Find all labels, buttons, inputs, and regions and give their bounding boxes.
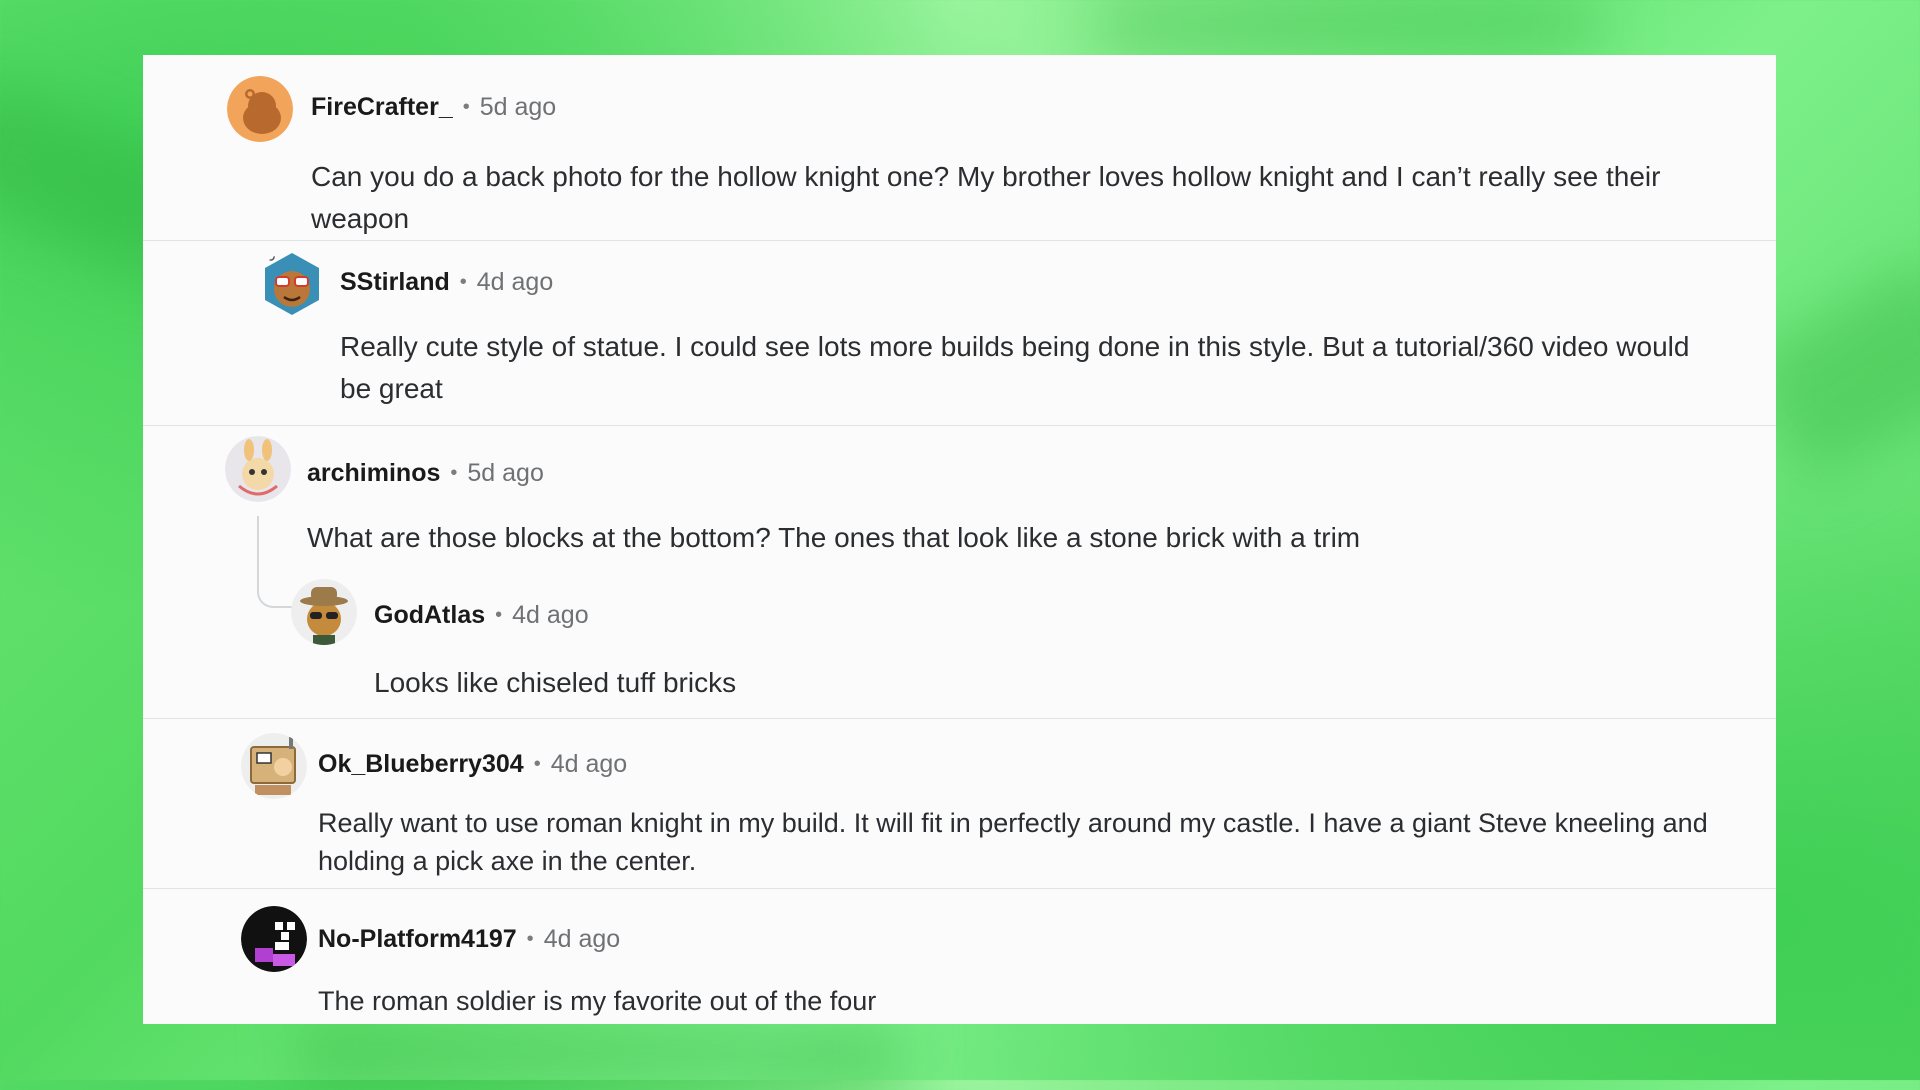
- snoo-cowboy-avatar-icon[interactable]: [291, 579, 357, 645]
- thread-connector-line[interactable]: [257, 516, 293, 608]
- timestamp[interactable]: 4d ago: [512, 601, 588, 630]
- timestamp[interactable]: 4d ago: [477, 268, 553, 297]
- username[interactable]: Ok_Blueberry304: [318, 750, 524, 779]
- comment-text: Really want to use roman knight in my bu…: [318, 808, 1708, 876]
- separator-dot: •: [459, 271, 467, 293]
- separator-dot: •: [450, 462, 458, 484]
- comment-text: The roman soldier is my favorite out of …: [318, 986, 877, 1016]
- comment-thread: archiminos • 5d ago What are those block…: [143, 425, 1776, 719]
- snoo-bunny-avatar-icon[interactable]: [225, 436, 291, 502]
- comment-text: Really cute style of statue. I could see…: [340, 331, 1690, 404]
- username[interactable]: SStirland: [340, 268, 450, 297]
- comment: FireCrafter_ • 5d ago Can you do a back …: [143, 55, 1776, 240]
- comment: No-Platform4197 • 4d ago The roman soldi…: [143, 888, 1776, 1025]
- comments-panel: FireCrafter_ • 5d ago Can you do a back …: [143, 55, 1776, 1024]
- separator-dot: •: [526, 928, 534, 950]
- comment-text: Can you do a back photo for the hollow k…: [311, 161, 1661, 234]
- background-blur-stripe: [1100, 0, 1600, 50]
- comment: SStirland • 4d ago Really cute style of …: [143, 240, 1776, 426]
- snoo-box-robot-avatar-icon[interactable]: [241, 733, 307, 799]
- reddit-snoo-default-avatar-icon[interactable]: [227, 76, 293, 142]
- username[interactable]: archiminos: [307, 459, 440, 488]
- snoo-black-pixel-avatar-icon[interactable]: [241, 906, 307, 972]
- separator-dot: •: [462, 96, 470, 118]
- username[interactable]: FireCrafter_: [311, 93, 453, 122]
- comment-text: What are those blocks at the bottom? The…: [307, 522, 1361, 553]
- snoo-glasses-avatar-icon[interactable]: [259, 251, 325, 317]
- comment-text: Looks like chiseled tuff bricks: [374, 667, 737, 698]
- timestamp[interactable]: 5d ago: [467, 459, 543, 488]
- timestamp[interactable]: 4d ago: [544, 925, 620, 954]
- separator-dot: •: [495, 604, 503, 626]
- username[interactable]: No-Platform4197: [318, 925, 517, 954]
- timestamp[interactable]: 5d ago: [480, 93, 556, 122]
- separator-dot: •: [533, 753, 541, 775]
- comment: Ok_Blueberry304 • 4d ago Really want to …: [143, 718, 1776, 889]
- username[interactable]: GodAtlas: [374, 601, 485, 630]
- timestamp[interactable]: 4d ago: [551, 750, 627, 779]
